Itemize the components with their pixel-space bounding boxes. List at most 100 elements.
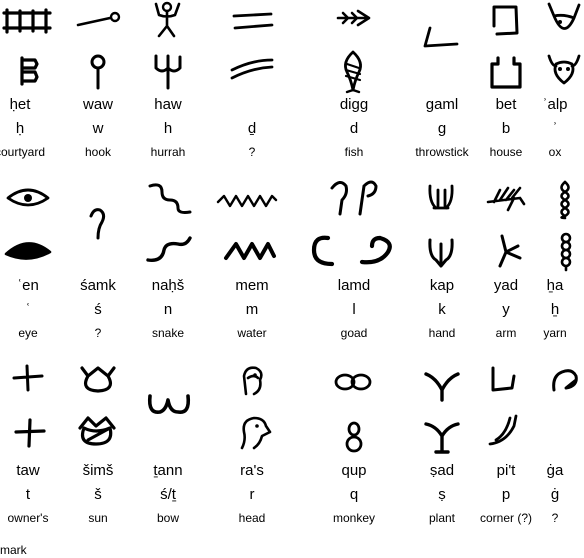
meaning: ox <box>548 145 562 159</box>
entry-dh: ḏ ? <box>214 96 290 160</box>
sims-glyph-top <box>80 366 116 393</box>
transliteration: m <box>245 301 259 318</box>
digg-glyph-bottom <box>344 50 362 94</box>
qup-glyph-top <box>334 373 372 391</box>
entry-en: ʿen ʿ eye <box>0 277 66 341</box>
kap-glyph-bottom <box>428 238 454 268</box>
mem-glyph-bottom <box>224 242 276 260</box>
ga-glyph <box>552 369 578 392</box>
meaning: hurrah <box>150 145 186 159</box>
letter-name: ra's <box>240 462 264 479</box>
transliteration: w <box>92 120 104 137</box>
transliteration: ś/ṯ <box>160 486 176 503</box>
meaning: courtyard <box>0 145 46 159</box>
meaning: owner's <box>7 511 49 525</box>
transliteration: d <box>349 120 359 137</box>
transliteration: ġ <box>550 486 560 503</box>
taw-glyph-bottom <box>14 418 46 448</box>
waw-glyph-top <box>76 11 121 27</box>
qup-glyph-bottom <box>345 421 363 453</box>
sad-glyph-bottom <box>424 422 460 454</box>
transliteration: n <box>163 301 173 318</box>
letter-name: taw <box>16 462 40 479</box>
letter-name: ẖa <box>546 277 564 294</box>
entry-digg: digg d fish <box>316 96 392 160</box>
letter-name: ʾalp <box>542 96 568 113</box>
yad-glyph-bottom <box>498 234 522 268</box>
letter-name <box>214 96 290 113</box>
meaning: snake <box>151 326 185 340</box>
transliteration: ʿ <box>25 301 31 318</box>
tann-glyph <box>147 394 191 414</box>
sims-glyph-bottom <box>78 416 116 446</box>
bet-glyph-top <box>492 5 519 36</box>
meaning: bow <box>156 511 179 525</box>
samk-glyph <box>89 208 106 240</box>
letter-name: haw <box>154 96 182 113</box>
entry-het: ḥet ḥ courtyard <box>0 96 58 160</box>
entry-alp: ʾalp ʾ ox <box>526 96 584 160</box>
entry-ha: ẖa ẖ yarn <box>526 277 584 341</box>
waw-glyph-bottom <box>90 54 106 90</box>
lamd-glyph-top <box>330 180 378 216</box>
entry-qup: qup q monkey <box>316 462 392 526</box>
transliteration: ḏ <box>247 120 257 137</box>
meaning: head <box>238 511 266 525</box>
ras-glyph-top <box>242 366 263 396</box>
nahs-glyph-top <box>148 183 192 214</box>
haw-glyph-bottom <box>154 54 182 90</box>
transliteration: h <box>163 120 173 137</box>
transliteration: t <box>25 486 31 503</box>
letter-name: waw <box>82 96 113 113</box>
letter-name: śamk <box>80 277 116 294</box>
pit-glyph-top <box>491 366 516 392</box>
letter-name: naḥš <box>151 277 185 294</box>
pit-glyph-bottom <box>488 414 518 446</box>
dh-glyph-top <box>232 12 274 30</box>
meaning: hook <box>84 145 112 159</box>
ras-glyph-bottom <box>240 416 272 450</box>
letter-name: ḥet <box>9 96 31 113</box>
entry-sims: šimš š sun <box>60 462 136 526</box>
sad-glyph-top <box>424 372 460 402</box>
transliteration: l <box>352 301 356 318</box>
het-glyph-bottom <box>20 56 39 86</box>
bet-glyph-bottom <box>490 56 522 89</box>
yad-glyph-top <box>486 186 526 212</box>
meaning: eye <box>18 326 38 340</box>
meaning: sun <box>88 511 108 525</box>
taw-glyph-top <box>12 364 44 392</box>
transliteration: ḥ <box>15 120 25 137</box>
ha-glyph-bottom <box>560 232 572 272</box>
transliteration: š <box>94 486 102 503</box>
kap-glyph-top <box>428 184 454 210</box>
entry-samk: śamk ś ? <box>60 277 136 341</box>
transliteration: q <box>349 486 359 503</box>
meaning: yarn <box>543 326 567 340</box>
letter-name: ġa <box>546 462 564 479</box>
het-glyph-top <box>2 8 52 34</box>
meaning: goad <box>340 326 368 340</box>
meaning: water <box>237 326 267 340</box>
meaning: ? <box>94 326 102 340</box>
entry-nahs: naḥš n snake <box>130 277 206 341</box>
haw-glyph-top <box>154 1 181 38</box>
entry-waw: waw w hook <box>60 96 136 160</box>
letter-name: qup <box>341 462 367 479</box>
meaning: ? <box>551 511 559 525</box>
alp-glyph-top <box>547 2 581 30</box>
entry-tann: ṯann ś/ṯ bow <box>130 462 206 526</box>
digg-glyph-top <box>336 9 371 27</box>
entry-ras: ra's r head <box>214 462 290 526</box>
en-glyph-top <box>6 188 50 207</box>
gaml-glyph-top <box>423 26 459 48</box>
letter-name: mem <box>235 277 269 294</box>
transliteration: r <box>249 486 255 503</box>
en-glyph-bottom <box>4 242 52 260</box>
transliteration: ś <box>94 301 102 318</box>
meaning-continuation: mark <box>0 543 27 557</box>
transliteration: ẖ <box>550 301 560 318</box>
entry-haw: haw h hurrah <box>130 96 206 160</box>
mem-glyph-top <box>216 194 278 208</box>
letter-name: ʿen <box>17 277 39 294</box>
